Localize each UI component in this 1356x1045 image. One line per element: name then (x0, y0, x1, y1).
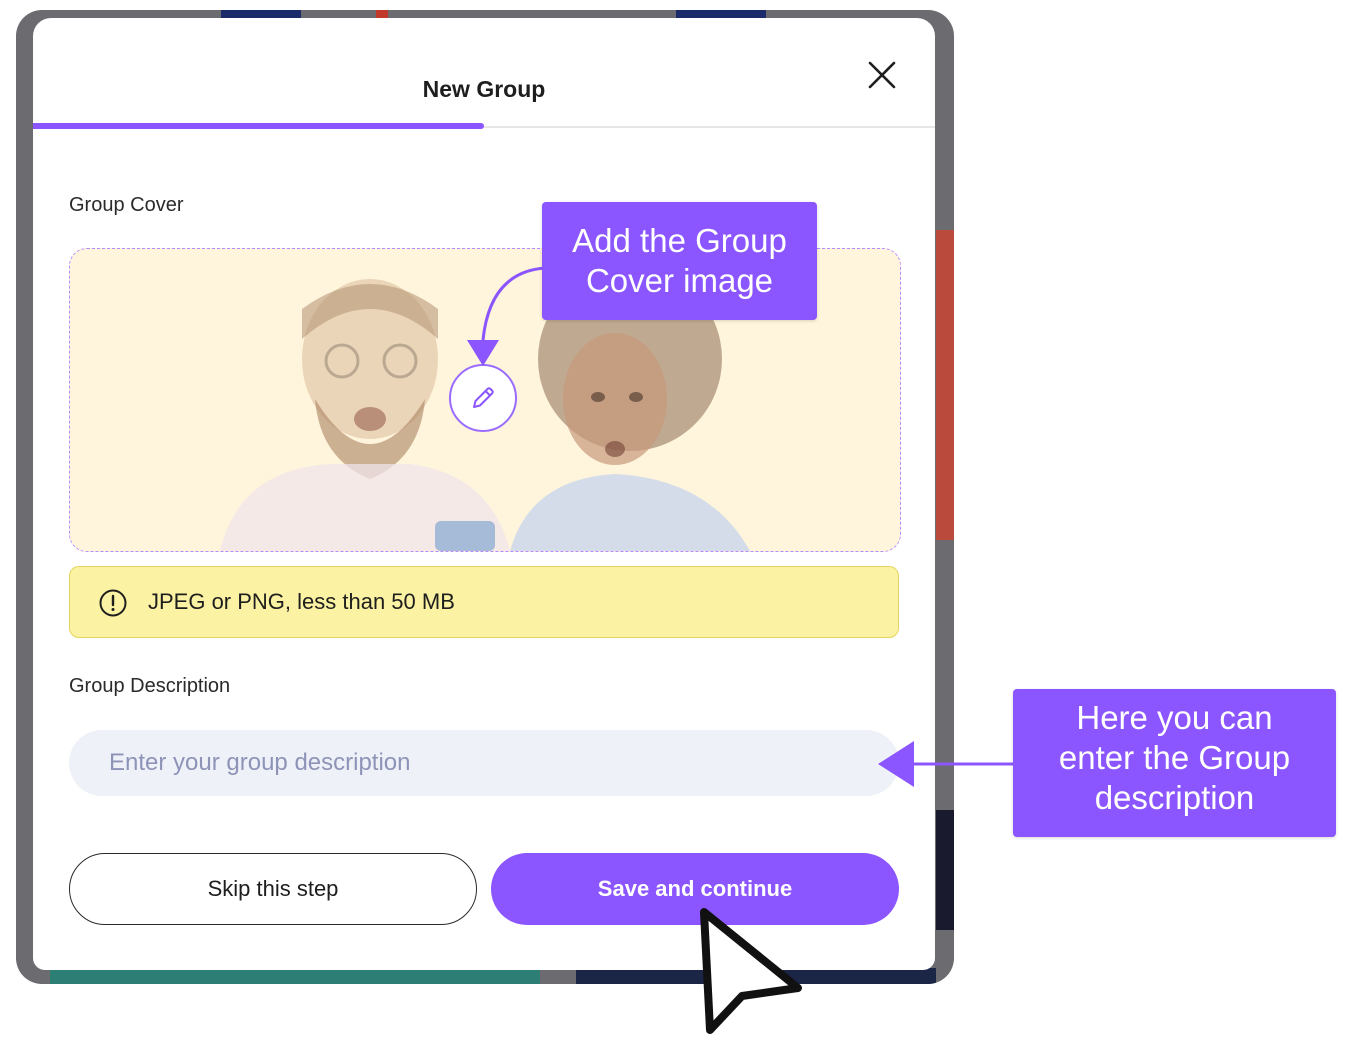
group-description-label: Group Description (69, 675, 231, 697)
notice-text: JPEG or PNG, less than 50 MB (148, 589, 455, 614)
cover-callout-line-2: Cover image (585, 262, 774, 299)
description-callout-line-3: description (1094, 779, 1255, 816)
close-button[interactable] (865, 58, 899, 92)
progress-bar (33, 123, 484, 129)
pencil-icon (473, 387, 494, 408)
group-description-input[interactable] (69, 730, 899, 796)
save-continue-button[interactable]: Save and continue (491, 853, 899, 925)
group-cover-label: Group Cover (69, 194, 184, 216)
description-callout-line-2: enter the Group (1058, 739, 1291, 776)
skip-step-button[interactable]: Skip this step (69, 853, 477, 925)
info-circle-icon (99, 589, 127, 617)
file-requirements-notice: JPEG or PNG, less than 50 MB (69, 566, 899, 638)
cover-callout-line-1: Add the Group (572, 222, 787, 259)
new-group-modal: New Group Group Cover JPEG or PNG, less … (33, 18, 935, 970)
modal-title: New Group (422, 76, 546, 102)
close-icon (868, 61, 896, 89)
cover-image-callout: Add the Group Cover image (542, 202, 817, 320)
edit-cover-button[interactable] (449, 364, 517, 432)
description-callout-line-1: Here you can (1076, 699, 1273, 736)
description-callout: Here you can enter the Group description (1013, 689, 1336, 837)
